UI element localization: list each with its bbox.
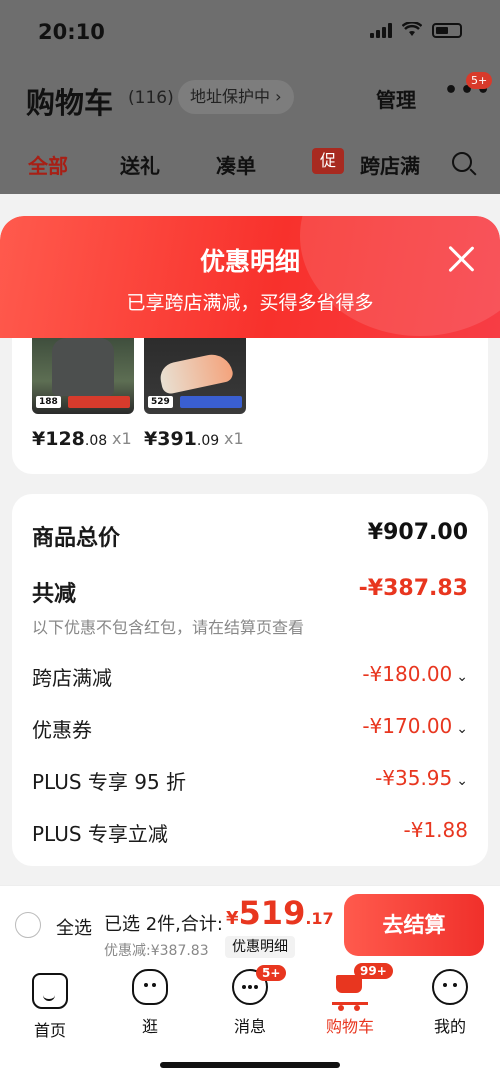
sheet-subtitle: 已享跨店满减，买得多省得多 bbox=[126, 292, 374, 314]
tabbar-label: 逛 bbox=[141, 1017, 158, 1036]
tabbar-label: 我的 bbox=[433, 1017, 466, 1036]
discount-summary: 优惠减:¥387.83 bbox=[104, 943, 209, 959]
tab-bundle[interactable]: 凑单 bbox=[216, 150, 256, 179]
manage-button[interactable]: 管理 bbox=[376, 84, 416, 113]
tabbar-me[interactable]: 我的 bbox=[410, 969, 490, 1037]
status-time: 20:10 bbox=[38, 20, 105, 44]
browse-icon bbox=[132, 969, 168, 1005]
battery-icon bbox=[432, 22, 462, 38]
thumb-promo-strip bbox=[68, 396, 130, 408]
discount-item-label: PLUS 专享 95 折 bbox=[32, 770, 187, 794]
thumb-price: 529 bbox=[148, 396, 173, 408]
tabbar-cart[interactable]: 99+ 购物车 bbox=[310, 963, 393, 1037]
cart-icon: 99+ bbox=[332, 963, 393, 1011]
close-icon[interactable] bbox=[446, 244, 476, 274]
product-price: ¥391.09 bbox=[144, 428, 220, 450]
cart-badge: 99+ bbox=[354, 963, 393, 979]
thumb-price: 188 bbox=[36, 396, 61, 408]
sheet-title: 优惠明细 bbox=[199, 247, 300, 276]
tab-all[interactable]: 全部 bbox=[28, 150, 68, 179]
tab-cross-store[interactable]: 跨店满 bbox=[360, 150, 426, 179]
message-icon: 5+ bbox=[232, 965, 287, 1005]
more-badge: 5+ bbox=[466, 72, 493, 89]
select-all-label[interactable]: 全选 bbox=[56, 914, 92, 940]
cart-count: (116) bbox=[128, 88, 174, 108]
shoe-image bbox=[157, 350, 235, 396]
product-qty: x1 bbox=[112, 429, 132, 448]
reduce-value: -¥387.83 bbox=[358, 576, 468, 601]
checkout-bar: 全选 已选 2件,合计: ¥519.17 优惠减:¥387.83 优惠明细 去结… bbox=[0, 885, 500, 961]
discount-item-value: -¥1.88 bbox=[403, 818, 468, 842]
product-thumbnail[interactable]: 188 bbox=[32, 332, 134, 414]
status-icons bbox=[370, 22, 462, 38]
select-all-checkbox[interactable] bbox=[15, 912, 41, 938]
tabbar-label: 消息 bbox=[233, 1017, 266, 1036]
sheet-header: 优惠明细 已享跨店满减，买得多省得多 bbox=[0, 216, 500, 338]
price-summary-card: 商品总价 ¥907.00 共减 -¥387.83 以下优惠不包含红包，请在结算页… bbox=[12, 494, 488, 866]
discount-item-label: 跨店满减 bbox=[32, 666, 112, 690]
thumb-promo-strip bbox=[180, 396, 242, 408]
tabbar-home[interactable]: 首页 bbox=[10, 969, 90, 1041]
message-badge: 5+ bbox=[256, 965, 287, 981]
selected-count: 已选 2件,合计: bbox=[104, 914, 223, 935]
discount-note: 以下优惠不包含红包，请在结算页查看 bbox=[32, 618, 305, 637]
shirt-image bbox=[52, 338, 114, 396]
checkout-button[interactable]: 去结算 bbox=[344, 894, 484, 956]
filter-tabs: 全部 送礼 凑单 促 跨店满 bbox=[0, 148, 500, 190]
discount-item-value[interactable]: -¥170.00 ⌄ bbox=[362, 714, 468, 738]
total-price: ¥519.17 bbox=[226, 894, 334, 932]
tab-gift[interactable]: 送礼 bbox=[120, 150, 160, 179]
reduce-label: 共减 bbox=[32, 582, 77, 607]
tabbar-label: 首页 bbox=[33, 1021, 66, 1040]
product-thumbnail[interactable]: 529 bbox=[144, 332, 246, 414]
home-icon bbox=[32, 973, 68, 1009]
product-qty: x1 bbox=[224, 429, 244, 448]
wifi-icon bbox=[402, 22, 422, 36]
chevron-down-icon: ⌄ bbox=[456, 773, 468, 789]
discount-item-label: PLUS 专享立减 bbox=[32, 822, 168, 846]
tabbar-label: 购物车 bbox=[325, 1017, 374, 1036]
chevron-down-icon: ⌄ bbox=[456, 721, 468, 737]
promo-tag: 促 bbox=[312, 148, 344, 174]
product-price: ¥128.08 bbox=[32, 428, 108, 450]
profile-icon bbox=[432, 969, 468, 1005]
products-card: 188 529 ¥128.08 x1 ¥391.09 x1 bbox=[12, 316, 488, 474]
tabbar-browse[interactable]: 逛 bbox=[110, 969, 190, 1037]
search-icon[interactable] bbox=[452, 152, 472, 172]
home-indicator bbox=[160, 1062, 340, 1068]
signal-icon bbox=[370, 22, 392, 38]
discount-item-value[interactable]: -¥180.00 ⌄ bbox=[362, 662, 468, 686]
discount-detail-button[interactable]: 优惠明细 bbox=[225, 936, 295, 958]
total-label: 商品总价 bbox=[32, 526, 121, 551]
discount-item-label: 优惠券 bbox=[32, 718, 92, 742]
status-bar: 20:10 bbox=[0, 0, 500, 64]
discount-item-value[interactable]: -¥35.95 ⌄ bbox=[375, 766, 468, 790]
tabbar-messages[interactable]: 5+ 消息 bbox=[210, 965, 290, 1037]
page-title: 购物车 bbox=[26, 86, 114, 120]
total-value: ¥907.00 bbox=[367, 520, 468, 545]
cart-header: 购物车 (116) 地址保护中 › 管理 ••• 5+ 全部 送礼 凑单 促 跨… bbox=[0, 64, 500, 194]
address-protect-button[interactable]: 地址保护中 › bbox=[178, 80, 294, 114]
chevron-down-icon: ⌄ bbox=[456, 669, 468, 685]
